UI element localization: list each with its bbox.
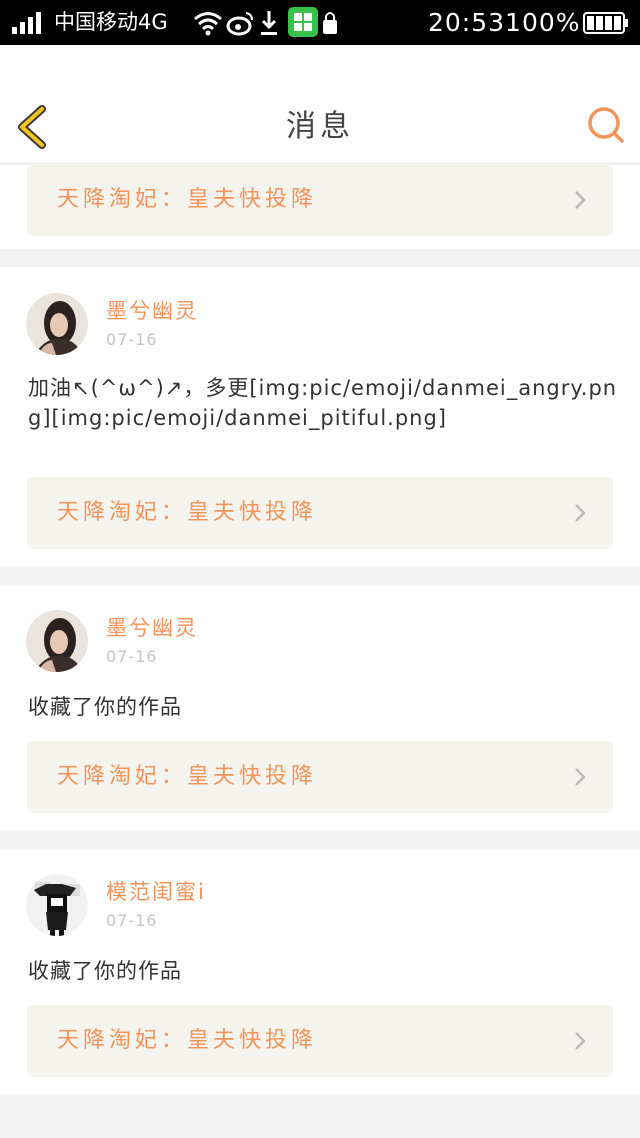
chevron-right-icon <box>575 504 586 522</box>
message-date: 07-16 <box>106 911 158 930</box>
user-name[interactable]: 墨兮幽灵 <box>106 615 198 641</box>
message-text: 加油↖(^ω^)↗，多更[img:pic/emoji/danmei_angry.… <box>28 376 618 430</box>
work-link[interactable]: 天降淘妃：皇夫快投降 <box>27 477 613 549</box>
work-link[interactable]: 天降淘妃：皇夫快投降 <box>27 1005 613 1077</box>
work-title: 天降淘妃：皇夫快投降 <box>57 1028 318 1053</box>
work-title: 天降淘妃：皇夫快投降 <box>57 187 318 212</box>
user-name[interactable]: 模范闺蜜i <box>106 879 206 905</box>
message-date: 07-16 <box>106 330 158 349</box>
carrier-label: 中国移动4G <box>54 10 168 34</box>
message-item: 墨兮幽灵 07-16 收藏了你的作品 天降淘妃：皇夫快投降 <box>0 585 640 831</box>
message-text: 收藏了你的作品 <box>28 695 182 719</box>
status-bar: 中国移动4G 20:53100% <box>0 0 640 45</box>
work-title: 天降淘妃：皇夫快投降 <box>57 500 318 525</box>
message-item: 天降淘妃：皇夫快投降 <box>0 164 640 249</box>
message-item: 模范闺蜜i 07-16 收藏了你的作品 天降淘妃：皇夫快投降 <box>0 849 640 1095</box>
avatar[interactable] <box>26 874 88 936</box>
user-name[interactable]: 墨兮幽灵 <box>106 298 198 324</box>
navigation-bar: 消息 <box>0 45 640 164</box>
work-link[interactable]: 天降淘妃：皇夫快投降 <box>27 164 613 236</box>
chevron-right-icon <box>575 768 586 786</box>
work-title: 天降淘妃：皇夫快投降 <box>57 764 318 789</box>
chevron-right-icon <box>575 191 586 209</box>
avatar[interactable] <box>26 293 88 355</box>
search-icon[interactable] <box>586 105 626 145</box>
avatar[interactable] <box>26 610 88 672</box>
download-icon <box>261 11 277 35</box>
page-title: 消息 <box>286 109 354 144</box>
chevron-right-icon <box>575 1032 586 1050</box>
battery-icon <box>583 12 628 34</box>
message-text: 收藏了你的作品 <box>28 959 182 983</box>
work-link[interactable]: 天降淘妃：皇夫快投降 <box>27 741 613 813</box>
wifi-icon <box>194 12 222 36</box>
signal-icon <box>12 12 41 34</box>
lock-icon <box>323 12 337 34</box>
app-icon <box>288 7 318 37</box>
message-item: 墨兮幽灵 07-16 加油↖(^ω^)↗，多更[img:pic/emoji/da… <box>0 267 640 567</box>
message-date: 07-16 <box>106 647 158 666</box>
status-time: 20:53100% <box>428 8 581 37</box>
weibo-icon <box>226 12 253 36</box>
